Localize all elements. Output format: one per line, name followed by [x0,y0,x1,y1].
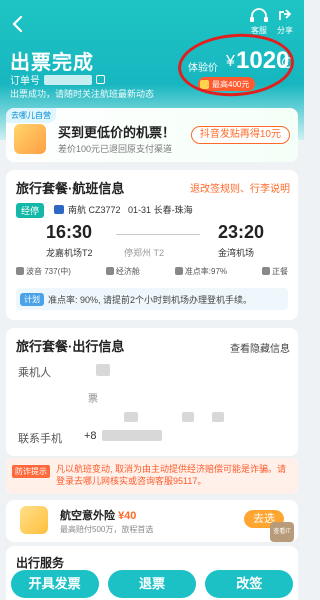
shield-icon [20,506,48,534]
gift-bag-icon [14,124,46,154]
meal-icon [262,267,270,275]
view-button[interactable]: 查看IT [270,522,294,542]
invoice-button[interactable]: 开具发票 [10,570,99,598]
insurance-name: 航空意外险 [60,510,115,522]
back-arrow-icon[interactable] [8,14,28,34]
flight-section-title: 旅行套餐·航班信息 [16,181,125,196]
on-time-rate: 准点率:97% [174,266,228,277]
departure-airport: 龙嘉机场T2 [46,248,93,258]
flight-info: 南航 CZ3772 01-31 长春-珠海 [68,203,193,216]
on-time-rate-text: 准点率:97% [184,267,228,276]
departure-time: 16:30 [46,222,93,242]
aircraft-type: 波音 737(中) [16,266,71,277]
insurance-card[interactable]: 航空意外险 ¥40 最高赔付500万，旅程首选 去选 查看IT [6,500,298,542]
plane-icon [16,267,24,275]
flight-number: 南航 CZ3772 [68,205,121,215]
insurance-subtitle: 最高赔付500万，旅程首选 [60,525,154,534]
promo-card[interactable]: 去哪儿自营 买到更低价的机票！ 差价100元已退回原支付渠道 抖音发贴再得10元 [6,108,298,162]
phone-label: 联系手机 [18,433,62,445]
headset-icon [250,8,268,22]
cabin-class-text: 经济舱 [115,267,140,276]
customer-service-button[interactable]: 客服 [248,8,270,35]
plan-tag: 计划 [20,292,44,306]
plan-text: 准点率: 90%, 请提前2个小时到机场办理登机手续。 [48,294,253,305]
order-number-redacted [44,74,92,85]
clock-icon [174,267,183,275]
fraud-text: 凡以航班变动, 取消为由主动提供经济赔偿可能是诈骗。请登录去哪儿网核实或咨询客服… [56,464,287,486]
stopover-info: 停郑州 T2 [124,248,165,258]
aircraft-type-text: 波音 737(中) [26,267,71,276]
ticket-notice: 出票成功，请随时关注航班最新动态 [10,89,155,99]
share-icon [279,9,292,20]
fraud-warning: 防诈提示 凡以航班变动, 取消为由主动提供经济赔偿可能是诈骗。请登录去哪儿网核实… [6,458,298,494]
bottom-action-bar: 开具发票 退票 改签 [0,570,304,600]
stopover-badge: 经停 [16,203,45,218]
services-title: 出行服务 [16,556,65,570]
flight-card: 旅行套餐·航班信息 退改签规则、行李说明 经停 南航 CZ3772 01-31 … [6,170,298,320]
trip-section-title: 旅行套餐·出行信息 [16,339,125,354]
redacted-block [124,412,138,422]
arrival-airport: 金湾机场 [218,248,255,258]
seat-icon [105,267,114,275]
plan-notice: 计划 准点率: 90%, 请提前2个小时到机场办理登机手续。 [16,288,288,310]
cabin-class: 经济舱 [105,266,140,277]
meal-info-text: 正餐 [272,267,288,276]
insurance-title: 航空意外险 ¥40 [60,507,136,523]
page-title: 出票完成 [10,52,94,74]
passenger-label: 乘机人 [18,367,51,379]
arrival-time: 23:20 [218,222,265,242]
redacted-block [182,412,194,422]
redacted-passenger [96,364,110,376]
meal-info: 正餐 [262,266,288,277]
hidden-info-link[interactable]: 查看隐藏信息 [230,340,290,355]
phone-prefix: +8 [84,430,97,442]
trip-card: 旅行套餐·出行信息 查看隐藏信息 乘机人 票 联系手机 +8 [6,328,298,456]
route-line [116,234,200,235]
promo-button[interactable]: 抖音发贴再得10元 [190,126,290,144]
fraud-tag: 防诈提示 [12,465,50,478]
redacted-block [212,412,224,422]
flight-date-route: 01-31 长春-珠海 [128,205,193,215]
change-button[interactable]: 改签 [205,570,294,598]
ticket-label: 票 [88,394,98,405]
airline-logo-icon [54,205,64,214]
order-label: 订单号 [10,76,40,87]
copy-icon[interactable] [96,75,105,84]
promo-subtitle: 差价100元已退回原支付渠道 [58,144,173,154]
promo-tag: 去哪儿自营 [6,108,56,123]
insurance-price: ¥40 [118,510,137,522]
order-number: 订单号 [10,72,105,87]
redacted-phone [102,430,162,441]
rules-link[interactable]: 退改签规则、行李说明 [190,180,290,195]
share-label: 分享 [277,26,293,35]
refund-button[interactable]: 退票 [107,570,196,598]
flight-meta: 波音 737(中) 经济舱 准点率:97% 正餐 [16,266,288,277]
promo-title: 买到更低价的机票！ [58,125,176,140]
share-button[interactable]: 分享 [272,8,298,35]
